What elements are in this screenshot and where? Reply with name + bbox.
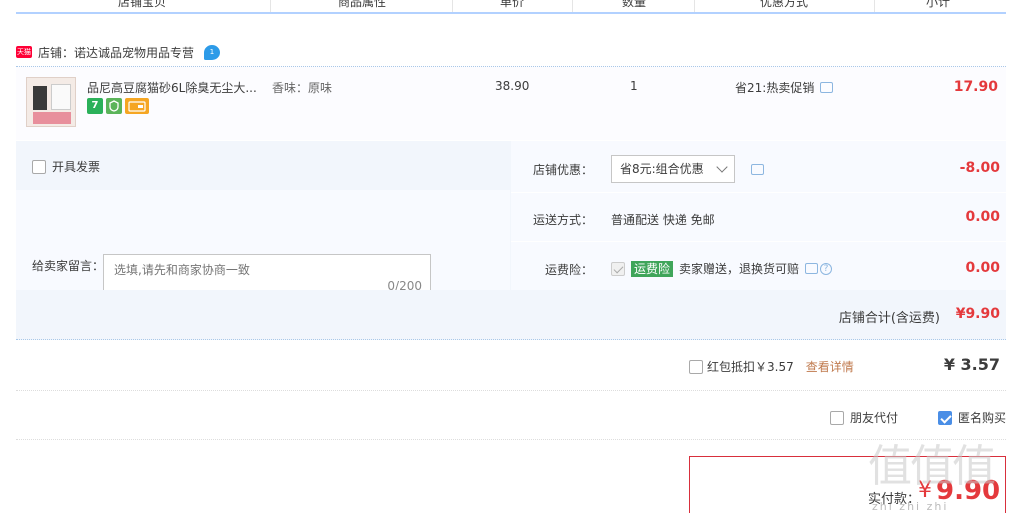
- header-col-quantity: 数量: [622, 0, 647, 9]
- red-packet-amount: ¥ 3.57: [943, 355, 1000, 374]
- product-thumbnail[interactable]: [26, 77, 76, 127]
- shipping-method: 普通配送 快递 免邮: [611, 213, 715, 227]
- shop-name-link[interactable]: 店铺：诺达诚品宠物用品专营: [38, 44, 194, 61]
- order-detail-panel: 开具发票 给卖家留言： 0/200 店铺优惠： 省8元:组合优惠 -8.00 运…: [16, 141, 1006, 297]
- header-col-attributes: 商品属性: [338, 0, 387, 9]
- insurance-label: 运费险：: [544, 263, 593, 277]
- anonymous-label: 匿名购买: [958, 411, 1007, 425]
- cart-header-row: 店铺宝贝 商品属性 单价 数量 优惠方式 小计: [16, 0, 1006, 14]
- help-icon[interactable]: ?: [820, 262, 833, 275]
- product-title-link[interactable]: 品尼高豆腐猫砂6L除臭无尘大...: [87, 79, 257, 96]
- header-divider: [874, 0, 875, 12]
- unit-price: 38.90: [495, 79, 530, 93]
- red-packet-label: 红包抵扣￥3.57: [707, 360, 794, 374]
- quantity: 1: [630, 79, 638, 93]
- payment-options-row: 朋友代付 匿名购买: [16, 392, 1006, 440]
- thumbnail-shape: [51, 84, 71, 110]
- shipping-row: 运送方式： 普通配送 快递 免邮 0.00: [511, 194, 1006, 242]
- tmall-icon: 天猫: [16, 46, 32, 58]
- thumbnail-shape: [33, 86, 47, 110]
- item-subtotal: 17.90: [953, 79, 998, 95]
- watermark-logo: 值值值: [868, 441, 996, 492]
- discount-selected-value: 省8元:组合优惠: [620, 162, 704, 176]
- red-packet-option[interactable]: 红包抵扣￥3.57 查看详情: [689, 358, 854, 375]
- anonymous-purchase-option[interactable]: 匿名购买: [938, 409, 1006, 426]
- credit-card-icon[interactable]: [125, 98, 149, 114]
- promotion-label: 省21:热卖促销: [735, 81, 815, 95]
- comment-icon[interactable]: [820, 82, 834, 93]
- view-details-link[interactable]: 查看详情: [806, 358, 854, 375]
- service-tags: 7: [87, 98, 149, 114]
- discount-select[interactable]: 省8元:组合优惠: [611, 155, 735, 183]
- invoice-checkbox[interactable]: [32, 159, 46, 174]
- invoice-label: 开具发票: [52, 160, 101, 174]
- red-packet-row: 红包抵扣￥3.57 查看详情 ¥ 3.57: [16, 341, 1006, 391]
- header-col-unit-price: 单价: [500, 0, 525, 9]
- shop-total-label: 店铺合计(含运费): [838, 311, 940, 326]
- anonymous-checkbox[interactable]: [938, 410, 952, 425]
- header-divider: [572, 0, 573, 12]
- shop-total-value: ¥9.90: [955, 306, 1000, 322]
- insurance-option: 运费险 卖家赠送，退换货可赔 ?: [611, 260, 833, 277]
- thumbnail-shape: [33, 112, 71, 124]
- card-icon: [128, 101, 146, 112]
- header-col-shop-items: 店铺宝贝: [118, 0, 167, 9]
- insurance-desc: 卖家赠送，退换货可赔: [679, 262, 800, 276]
- product-attribute: 香味：原味: [272, 81, 333, 95]
- cart-item-row: 品尼高豆腐猫砂6L除臭无尘大... 7 香味：原味 38.90 1 省21:热卖…: [16, 66, 1006, 140]
- insurance-checkbox: [611, 261, 625, 276]
- fees-section: 店铺优惠： 省8元:组合优惠 -8.00 运送方式： 普通配送 快递 免邮 0.…: [511, 141, 1006, 290]
- watermark-url: zhi zhi zhi: [872, 500, 949, 513]
- header-col-discount: 优惠方式: [760, 0, 809, 9]
- shop-total-row: 店铺合计(含运费) ¥9.90: [16, 290, 1006, 340]
- comment-icon[interactable]: [805, 263, 819, 274]
- message-section: 给卖家留言： 0/200: [16, 190, 510, 297]
- shipping-value: 0.00: [965, 209, 1000, 225]
- insurance-tag: 运费险: [631, 260, 674, 277]
- message-label: 给卖家留言：: [32, 259, 105, 273]
- header-divider: [694, 0, 695, 12]
- insurance-row: 运费险： 运费险 卖家赠送，退换货可赔 ? 0.00: [511, 243, 1006, 290]
- comment-icon[interactable]: [751, 164, 764, 175]
- discount-value: -8.00: [959, 160, 1000, 176]
- shield-icon: [109, 100, 119, 112]
- invoice-section: 开具发票: [16, 141, 510, 189]
- friend-pay-checkbox[interactable]: [830, 410, 844, 425]
- shipping-label: 运送方式：: [532, 213, 593, 227]
- promotion: 省21:热卖促销: [735, 79, 834, 96]
- seven-day-return-icon[interactable]: 7: [87, 98, 103, 114]
- discount-row: 店铺优惠： 省8元:组合优惠 -8.00: [511, 141, 1006, 193]
- header-col-subtotal: 小计: [926, 0, 951, 9]
- invoice-option[interactable]: 开具发票: [32, 158, 100, 175]
- header-divider: [270, 0, 271, 12]
- chat-icon[interactable]: 1: [204, 44, 221, 60]
- guarantee-shield-icon[interactable]: [106, 98, 122, 114]
- friend-pay-label: 朋友代付: [850, 411, 899, 425]
- discount-label: 店铺优惠：: [532, 163, 593, 177]
- friend-pay-option[interactable]: 朋友代付: [830, 409, 898, 426]
- red-packet-checkbox[interactable]: [689, 359, 703, 374]
- header-divider: [452, 0, 453, 12]
- shop-line: 天猫 店铺：诺达诚品宠物用品专营 1: [16, 44, 221, 61]
- insurance-value: 0.00: [965, 260, 1000, 276]
- chevron-down-icon: [716, 161, 728, 173]
